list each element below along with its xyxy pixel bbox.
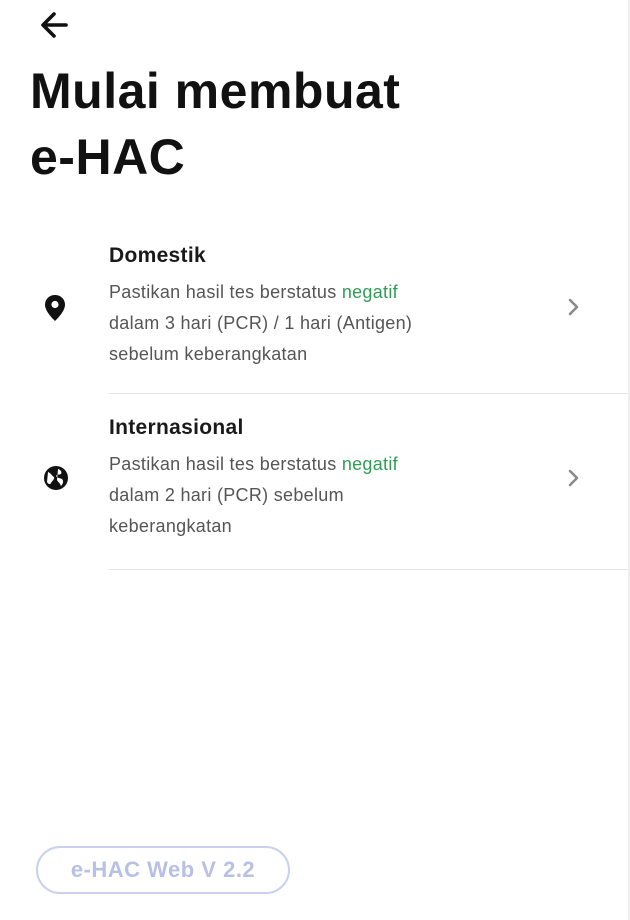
option-domestik[interactable]: Domestik Pastikan hasil tes berstatus ne… [0, 236, 630, 394]
location-pin-icon [42, 293, 68, 323]
chevron-right-icon [565, 296, 583, 318]
travel-type-list: Domestik Pastikan hasil tes berstatus ne… [0, 236, 630, 570]
option-internasional[interactable]: Internasional Pastikan hasil tes berstat… [0, 394, 630, 570]
option-description-line-1: Pastikan hasil tes berstatus negatif [109, 449, 549, 480]
option-domestik-text: Domestik Pastikan hasil tes berstatus ne… [109, 243, 549, 370]
option-title: Internasional [109, 416, 244, 439]
page-title-line-2: e-HAC [30, 129, 186, 185]
chevron-right-icon [565, 467, 583, 489]
option-description-line-1: Pastikan hasil tes berstatus negatif [109, 277, 549, 308]
divider [109, 569, 630, 570]
option-internasional-text: Internasional Pastikan hasil tes berstat… [109, 415, 549, 542]
option-description-line-2: dalam 3 hari (PCR) / 1 hari (Antigen) [109, 313, 413, 333]
page-title: Mulai membuat e-HAC [30, 58, 590, 190]
status-highlight: negatif [341, 454, 398, 474]
option-description-line-3: sebelum keberangkatan [109, 344, 308, 364]
page-title-line-1: Mulai membuat [30, 63, 401, 119]
arrow-left-icon [41, 12, 68, 38]
option-description: Pastikan hasil tes berstatus negatif dal… [109, 449, 549, 542]
option-description: Pastikan hasil tes berstatus negatif dal… [109, 277, 549, 370]
back-button[interactable] [36, 8, 76, 42]
description-prefix: Pastikan hasil tes berstatus [109, 282, 342, 302]
option-title: Domestik [109, 244, 206, 267]
description-prefix: Pastikan hasil tes berstatus [109, 454, 342, 474]
option-description-line-3: keberangkatan [109, 516, 232, 536]
version-badge: e-HAC Web V 2.2 [36, 846, 290, 894]
option-description-line-2: dalam 2 hari (PCR) sebelum [109, 485, 344, 505]
status-highlight: negatif [341, 282, 398, 302]
globe-icon [42, 464, 68, 494]
